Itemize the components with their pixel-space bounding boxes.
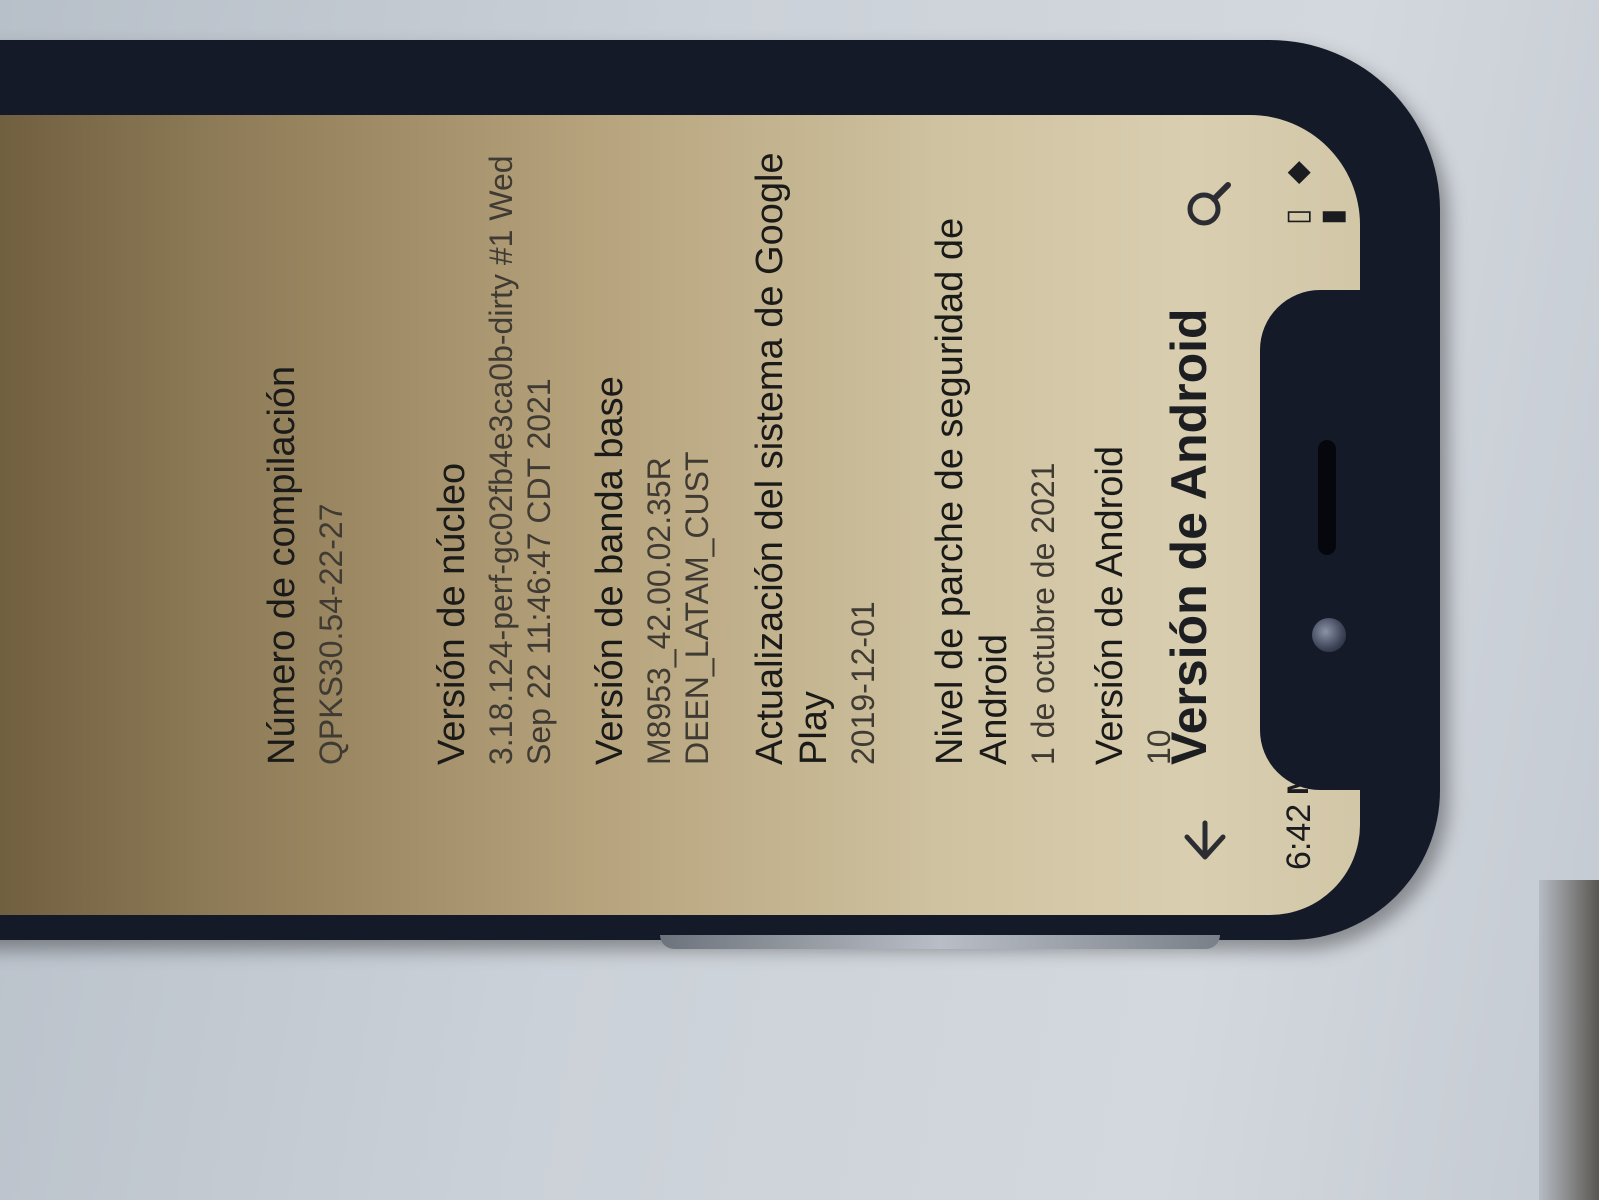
vibrate-icon: ▯ bbox=[1281, 200, 1314, 225]
item-value: 3.18.124-perf-gc02fb4e3ca0b-dirty #1 Wed… bbox=[483, 155, 557, 765]
list-item-security-patch[interactable]: Nivel de parche de seguridad de Android … bbox=[928, 145, 1062, 765]
list-item-kernel-version[interactable]: Versión de núcleo 3.18.124-perf-gc02fb4e… bbox=[430, 145, 558, 765]
list-item-android-version[interactable]: Versión de Android 10 bbox=[1088, 145, 1178, 765]
list-item-build-number[interactable]: Número de compilación QPKS30.54-22-27 bbox=[260, 145, 350, 765]
wifi-icon: ◆ bbox=[1281, 153, 1314, 185]
item-value: QPKS30.54-22-27 bbox=[313, 503, 349, 766]
phone-frame bbox=[660, 935, 1220, 949]
search-icon[interactable] bbox=[1178, 175, 1238, 235]
list-item-baseband-version[interactable]: Versión de banda base M8953_42.00.02.35R… bbox=[588, 145, 716, 765]
photo-background: 6:42 M ▯ ◆ ▮ Versión de Android bbox=[0, 0, 1599, 1200]
item-value: 10 bbox=[1141, 729, 1177, 765]
item-value: M8953_42.00.02.35R DEEN_LATAM_CUST bbox=[641, 451, 715, 765]
item-title: Número de compilación bbox=[261, 365, 303, 765]
item-title: Versión de Android bbox=[1089, 445, 1131, 765]
status-icons: ▯ ◆ ▮ bbox=[1280, 115, 1350, 225]
status-time: 6:42 bbox=[1280, 803, 1318, 870]
phone-body: 6:42 M ▯ ◆ ▮ Versión de Android bbox=[0, 40, 1440, 949]
item-value: 1 de octubre de 2021 bbox=[1025, 462, 1061, 765]
item-title: Nivel de parche de seguridad de Android bbox=[929, 217, 1015, 765]
list-item-google-play-update[interactable]: Actualización del sistema de Google Play… bbox=[748, 145, 882, 765]
item-value: 2019-12-01 bbox=[845, 601, 881, 765]
settings-screen: 6:42 M ▯ ◆ ▮ Versión de Android bbox=[0, 115, 1360, 915]
phone-screen: 6:42 M ▯ ◆ ▮ Versión de Android bbox=[0, 115, 1360, 915]
front-camera bbox=[1312, 618, 1346, 652]
item-title: Actualización del sistema de Google Play bbox=[749, 152, 835, 765]
battery-icon: ▮ bbox=[1316, 200, 1349, 225]
screen-notch bbox=[1260, 290, 1360, 790]
back-arrow-icon[interactable] bbox=[1175, 815, 1235, 875]
item-title: Versión de núcleo bbox=[431, 462, 473, 765]
earpiece-speaker bbox=[1318, 440, 1336, 555]
item-title: Versión de banda base bbox=[589, 376, 631, 765]
table-edge bbox=[1539, 880, 1599, 1200]
